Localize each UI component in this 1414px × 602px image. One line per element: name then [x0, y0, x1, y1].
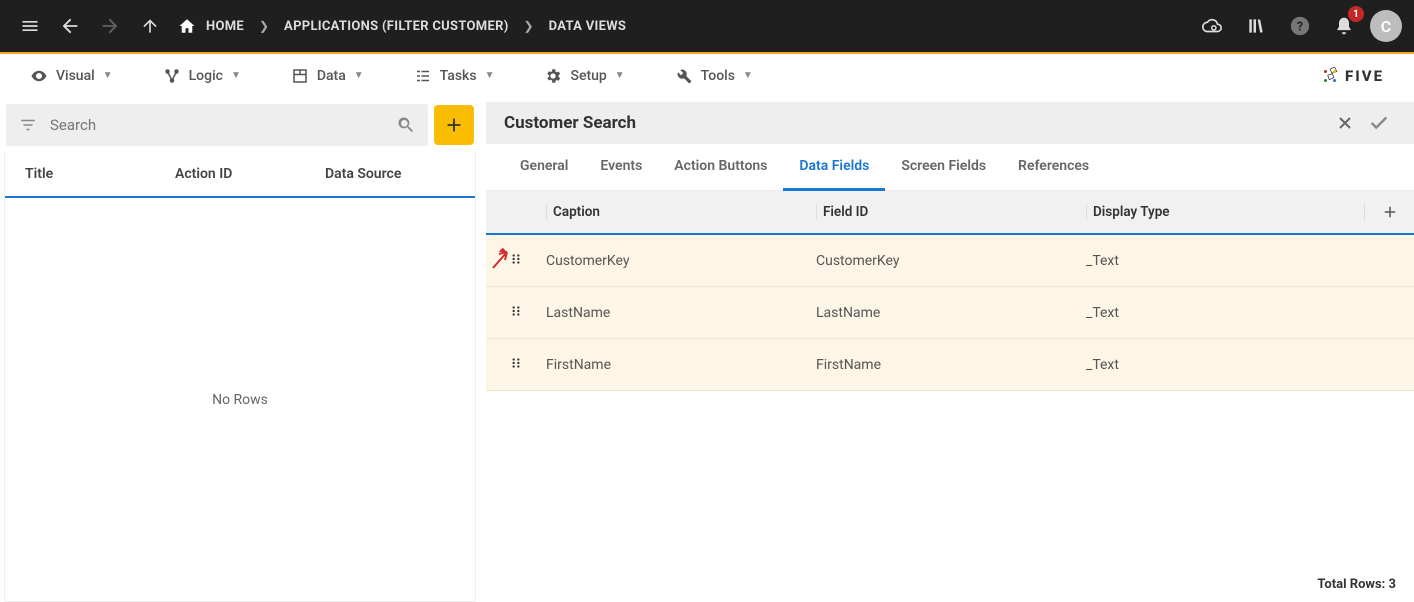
left-pane: Title Action ID Data Source No Rows — [4, 102, 476, 602]
col-caption[interactable]: Caption — [546, 204, 816, 220]
breadcrumb-dataviews-label: DATA VIEWS — [549, 19, 627, 34]
add-button[interactable] — [434, 105, 474, 145]
detail-header: Customer Search — [486, 102, 1414, 144]
logo: FIVE — [1321, 67, 1384, 85]
col-displaytype[interactable]: Display Type — [1086, 204, 1364, 220]
cell-caption: FirstName — [546, 357, 816, 373]
cell-displaytype: _Text — [1086, 253, 1414, 269]
drag-handle-icon[interactable] — [509, 304, 523, 322]
left-empty-text: No Rows — [5, 198, 475, 601]
menu-tools[interactable]: Tools▼ — [665, 61, 763, 91]
cell-fieldid: FirstName — [816, 357, 1086, 373]
menu-tasks[interactable]: Tasks▼ — [404, 61, 505, 91]
cell-caption: CustomerKey — [546, 253, 816, 269]
breadcrumb-applications[interactable]: APPLICATIONS (FILTER CUSTOMER) — [278, 19, 515, 34]
tab-data-fields[interactable]: Data Fields — [783, 144, 885, 191]
menu-visual[interactable]: Visual▼ — [20, 61, 123, 91]
breadcrumb-home-label: HOME — [206, 19, 244, 34]
menubar: Visual▼ Logic▼ Data▼ Tasks▼ Setup▼ Tools… — [0, 54, 1414, 98]
topbar: HOME ❯ APPLICATIONS (FILTER CUSTOMER) ❯ … — [0, 0, 1414, 52]
logo-text: FIVE — [1345, 67, 1384, 85]
cell-displaytype: _Text — [1086, 305, 1414, 321]
breadcrumb-dataviews[interactable]: DATA VIEWS — [543, 19, 633, 34]
total-rows: Total Rows: 3 — [486, 567, 1414, 602]
col-fieldid[interactable]: Field ID — [816, 204, 1086, 220]
right-pane: Customer Search General Events Action Bu… — [486, 102, 1414, 602]
svg-text:?: ? — [1297, 20, 1303, 35]
forward-icon — [92, 8, 128, 44]
table-row[interactable]: LastName LastName _Text — [486, 287, 1414, 339]
back-icon[interactable] — [52, 8, 88, 44]
menu-icon[interactable] — [12, 8, 48, 44]
table-row[interactable]: CustomerKey CustomerKey _Text — [486, 235, 1414, 287]
left-col-datasource[interactable]: Data Source — [325, 166, 475, 182]
menu-setup-label: Setup — [570, 68, 606, 84]
tab-general[interactable]: General — [504, 144, 584, 190]
left-col-actionid[interactable]: Action ID — [175, 166, 325, 182]
breadcrumb-applications-label: APPLICATIONS (FILTER CUSTOMER) — [284, 19, 509, 34]
left-grid: Title Action ID Data Source No Rows — [4, 152, 476, 602]
tab-references[interactable]: References — [1002, 144, 1105, 190]
add-field-button[interactable] — [1364, 203, 1414, 221]
menu-logic-label: Logic — [189, 68, 223, 84]
search-input[interactable] — [42, 116, 392, 134]
chevron-right-icon: ❯ — [519, 19, 539, 33]
tabs: General Events Action Buttons Data Field… — [486, 144, 1414, 191]
tab-events[interactable]: Events — [584, 144, 658, 190]
tab-screen-fields[interactable]: Screen Fields — [885, 144, 1002, 190]
tab-action-buttons[interactable]: Action Buttons — [658, 144, 783, 190]
cloud-icon[interactable] — [1194, 8, 1230, 44]
menu-visual-label: Visual — [56, 68, 95, 84]
cell-caption: LastName — [546, 305, 816, 321]
detail-title: Customer Search — [504, 113, 1328, 133]
menu-data[interactable]: Data▼ — [281, 61, 374, 91]
menu-data-label: Data — [317, 68, 346, 84]
main: Title Action ID Data Source No Rows Cust… — [0, 98, 1414, 602]
annotation-arrow-icon — [491, 246, 515, 270]
cell-fieldid: CustomerKey — [816, 253, 1086, 269]
library-icon[interactable] — [1238, 8, 1274, 44]
drag-handle-icon[interactable] — [509, 356, 523, 374]
left-col-title[interactable]: Title — [25, 166, 175, 182]
notification-badge: 1 — [1348, 6, 1364, 22]
cell-displaytype: _Text — [1086, 357, 1414, 373]
chevron-right-icon: ❯ — [254, 19, 274, 33]
up-icon[interactable] — [132, 8, 168, 44]
menu-tasks-label: Tasks — [440, 68, 477, 84]
confirm-icon[interactable] — [1362, 106, 1396, 140]
avatar[interactable]: C — [1370, 10, 1402, 42]
search-bar — [6, 104, 428, 146]
notifications-icon[interactable]: 1 — [1326, 8, 1362, 44]
filter-icon[interactable] — [14, 111, 42, 139]
avatar-initial: C — [1381, 17, 1391, 36]
search-icon[interactable] — [392, 111, 420, 139]
fields-header: Caption Field ID Display Type — [486, 191, 1414, 233]
menu-tools-label: Tools — [701, 68, 735, 84]
table-row[interactable]: FirstName FirstName _Text — [486, 339, 1414, 391]
menu-setup[interactable]: Setup▼ — [534, 61, 634, 91]
close-icon[interactable] — [1328, 106, 1362, 140]
cell-fieldid: LastName — [816, 305, 1086, 321]
help-icon[interactable]: ? — [1282, 8, 1318, 44]
breadcrumb-home[interactable]: HOME — [172, 17, 250, 35]
menu-logic[interactable]: Logic▼ — [153, 61, 251, 91]
